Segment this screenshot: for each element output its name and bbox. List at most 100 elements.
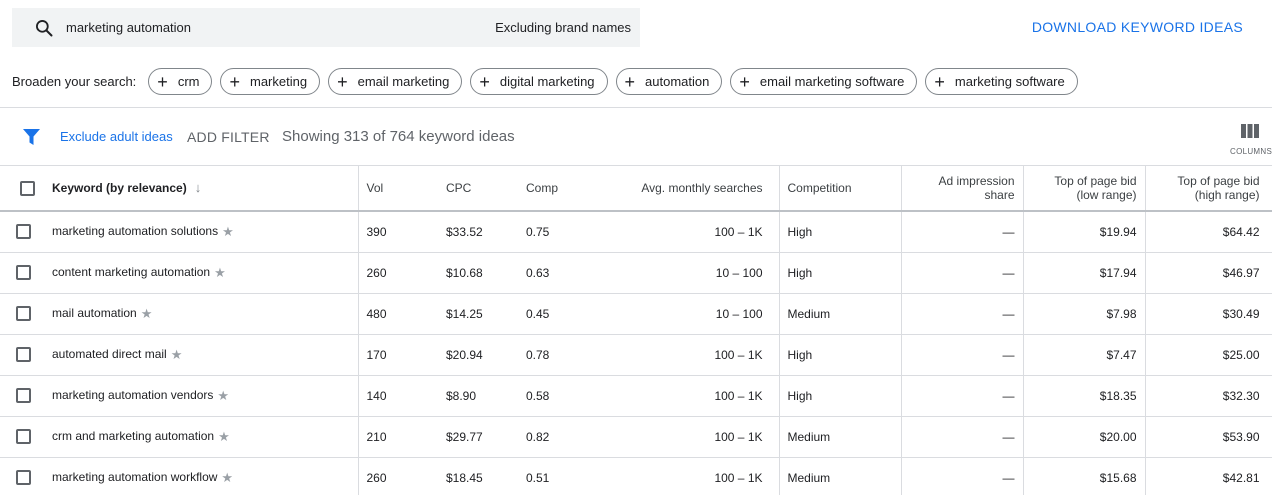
header-top-bid-high[interactable]: Top of page bid (high range): [1145, 166, 1272, 212]
chip-label: marketing: [250, 74, 308, 89]
chip-label: marketing software: [954, 74, 1065, 89]
header-line: Top of page bid: [1177, 174, 1260, 188]
plus-icon: +: [337, 71, 348, 92]
star-icon[interactable]: ★: [214, 265, 226, 281]
row-checkbox[interactable]: [16, 306, 31, 322]
broaden-chip-marketing-software[interactable]: + marketing software: [925, 68, 1078, 95]
keyword-ideas-table: Keyword (by relevance) ↓ Vol CPC Comp Avg…: [0, 166, 1272, 495]
keyword-text: content marketing automation: [52, 264, 211, 279]
broaden-chip-crm[interactable]: + crm: [148, 68, 213, 95]
cell-top-bid-high: $25.00: [1145, 334, 1272, 376]
cell-vol: 390: [357, 211, 438, 253]
header-line: (low range): [1076, 188, 1137, 202]
cell-keyword: marketing automation vendors ★: [38, 375, 358, 417]
cell-keyword: marketing automation workflow ★: [38, 457, 358, 495]
search-input[interactable]: marketing automation: [66, 20, 495, 35]
row-checkbox[interactable]: [16, 224, 31, 240]
search-box[interactable]: marketing automation Excluding brand nam…: [12, 8, 640, 47]
select-all-checkbox[interactable]: [19, 180, 35, 196]
broaden-search-bar: Broaden your search: + crm + marketing + em…: [0, 56, 1272, 108]
row-select-cell: [0, 457, 38, 495]
cell-vol: 140: [357, 375, 438, 417]
cell-ad-impression-share: —: [901, 334, 1024, 376]
row-checkbox[interactable]: [16, 347, 31, 363]
cell-top-bid-high: $46.97: [1145, 252, 1272, 294]
table-row[interactable]: marketing automation solutions ★ 390 $33.52…: [0, 211, 1272, 253]
table-body: marketing automation solutions ★ 390 $33.52…: [0, 211, 1272, 495]
row-checkbox[interactable]: [16, 429, 31, 445]
row-checkbox[interactable]: [16, 470, 31, 486]
cell-comp: 0.75: [518, 211, 598, 253]
broaden-chip-email-marketing-software[interactable]: + email marketing software: [730, 68, 918, 95]
header-top-bid-low[interactable]: Top of page bid (low range): [1023, 166, 1146, 212]
cell-vol: 210: [357, 416, 438, 458]
header-keyword[interactable]: Keyword (by relevance) ↓: [38, 166, 358, 212]
cell-ad-impression-share: —: [901, 252, 1024, 294]
cell-keyword: crm and marketing automation ★: [38, 416, 358, 458]
cell-keyword: mail automation ★: [38, 293, 358, 335]
header-competition[interactable]: Competition: [778, 166, 902, 212]
columns-label: COLUMNS: [1230, 147, 1272, 156]
keyword-text: crm and marketing automation: [52, 428, 215, 443]
columns-button[interactable]: COLUMNS: [1230, 121, 1272, 157]
broaden-chip-digital-marketing[interactable]: + digital marketing: [470, 68, 608, 95]
columns-icon: [1241, 124, 1259, 138]
header-ad-impression-share[interactable]: Ad impression share: [901, 166, 1024, 212]
star-icon[interactable]: ★: [141, 306, 153, 322]
cell-competition: High: [778, 211, 902, 253]
header-line: Ad impression: [938, 174, 1015, 188]
cell-cpc: $10.68: [438, 252, 518, 294]
select-all-cell: [0, 166, 38, 212]
chip-label: crm: [177, 74, 200, 89]
row-select-cell: [0, 334, 38, 376]
row-select-cell: [0, 252, 38, 294]
cell-cpc: $20.94: [438, 334, 518, 376]
brand-filter-toggle[interactable]: Excluding brand names: [495, 20, 631, 35]
cell-competition: High: [778, 252, 902, 294]
add-filter-button[interactable]: ADD FILTER: [187, 129, 270, 145]
table-row[interactable]: marketing automation vendors ★ 140 $8.90 0.5…: [0, 375, 1272, 417]
cell-vol: 260: [357, 457, 438, 495]
cell-avg-monthly-searches: 100 – 1K: [598, 375, 779, 417]
cell-comp: 0.63: [518, 252, 598, 294]
cell-cpc: $14.25: [438, 293, 518, 335]
cell-top-bid-high: $53.90: [1145, 416, 1272, 458]
star-icon[interactable]: ★: [217, 388, 229, 404]
star-icon[interactable]: ★: [171, 347, 183, 363]
header-avg-monthly-searches[interactable]: Avg. monthly searches: [598, 166, 779, 212]
header-vol[interactable]: Vol: [357, 166, 438, 212]
cell-ad-impression-share: —: [901, 211, 1024, 253]
star-icon[interactable]: ★: [221, 470, 233, 486]
star-icon[interactable]: ★: [218, 429, 230, 445]
broaden-chip-marketing[interactable]: + marketing: [220, 68, 321, 95]
row-checkbox[interactable]: [16, 265, 31, 281]
broaden-label: Broaden your search:: [12, 74, 137, 89]
broaden-chip-email-marketing[interactable]: + email marketing: [328, 68, 463, 95]
exclude-adult-ideas-link[interactable]: Exclude adult ideas: [60, 129, 173, 144]
keyword-text: automated direct mail: [52, 346, 167, 361]
plus-icon: +: [229, 71, 240, 92]
cell-top-bid-low: $17.94: [1023, 252, 1146, 294]
download-keyword-ideas-button[interactable]: DOWNLOAD KEYWORD IDEAS: [1032, 19, 1243, 35]
cell-ad-impression-share: —: [901, 375, 1024, 417]
table-row[interactable]: marketing automation workflow ★ 260 $18.45 0…: [0, 457, 1272, 495]
cell-avg-monthly-searches: 100 – 1K: [598, 416, 779, 458]
cell-comp: 0.51: [518, 457, 598, 495]
cell-comp: 0.82: [518, 416, 598, 458]
row-checkbox[interactable]: [16, 388, 31, 404]
broaden-chip-automation[interactable]: + automation: [615, 68, 723, 95]
header-cpc[interactable]: CPC: [438, 166, 518, 212]
header-keyword-label: Keyword (by relevance): [52, 180, 187, 195]
table-row[interactable]: automated direct mail ★ 170 $20.94 0.78 100 –…: [0, 334, 1272, 376]
filter-icon[interactable]: [23, 129, 40, 145]
table-row[interactable]: crm and marketing automation ★ 210 $29.77 0.…: [0, 416, 1272, 458]
cell-top-bid-high: $42.81: [1145, 457, 1272, 495]
table-row[interactable]: content marketing automation ★ 260 $10.68 0.…: [0, 252, 1272, 294]
chip-label: email marketing software: [759, 74, 905, 89]
star-icon[interactable]: ★: [222, 224, 234, 240]
header-comp[interactable]: Comp: [518, 166, 598, 212]
cell-comp: 0.58: [518, 375, 598, 417]
cell-ad-impression-share: —: [901, 457, 1024, 495]
table-row[interactable]: mail automation ★ 480 $14.25 0.45 10 – 100 Med…: [0, 293, 1272, 335]
header-line: Top of page bid: [1054, 174, 1137, 188]
